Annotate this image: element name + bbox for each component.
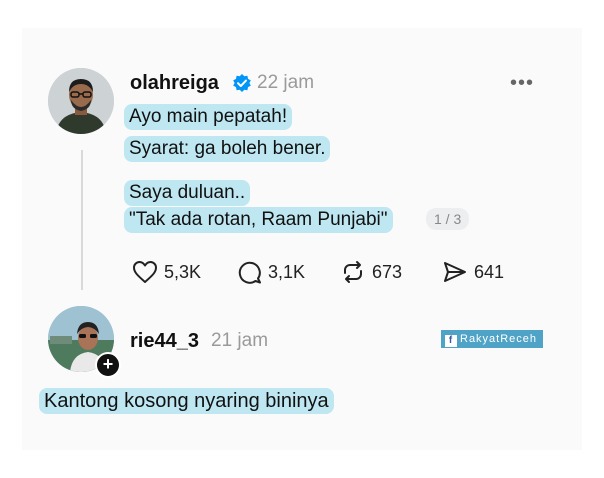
- facebook-icon: f: [445, 335, 457, 347]
- send-icon: [444, 262, 466, 282]
- reply-time: 21 jam: [211, 330, 269, 351]
- post-line-4: "Tak ada rotan, Raam Punjabi": [124, 207, 393, 233]
- watermark: f RakyatReceh: [441, 330, 544, 348]
- post-avatar[interactable]: [48, 68, 114, 134]
- pager-indicator: 1 / 3: [426, 208, 470, 230]
- repost-button[interactable]: 673: [340, 258, 402, 286]
- comment-button[interactable]: 3,1K: [236, 258, 305, 286]
- comment-icon: [238, 261, 261, 284]
- thread-line: [81, 150, 83, 290]
- post-username[interactable]: olahreiga: [130, 72, 219, 95]
- reply-text: Kantong kosong nyaring bininya: [39, 388, 334, 414]
- repost-icon: [344, 261, 362, 283]
- verified-badge-icon: [233, 74, 251, 92]
- follow-plus-icon[interactable]: +: [95, 352, 121, 378]
- post-time: 22 jam: [257, 72, 315, 93]
- heart-icon: [133, 261, 157, 283]
- post-line-2: Syarat: ga boleh bener.: [124, 136, 331, 162]
- repost-count: 673: [372, 261, 403, 282]
- watermark-text: RakyatReceh: [460, 333, 538, 345]
- share-count: 641: [474, 261, 505, 282]
- comment-count: 3,1K: [268, 261, 306, 282]
- avatar-image: [48, 68, 114, 134]
- like-count: 5,3K: [164, 261, 202, 282]
- share-button[interactable]: 641: [442, 258, 504, 286]
- post-line-1: Ayo main pepatah!: [124, 104, 293, 130]
- reply-username[interactable]: rie44_3: [130, 330, 199, 353]
- more-options-icon[interactable]: •••: [510, 72, 534, 95]
- like-button[interactable]: 5,3K: [132, 258, 201, 286]
- post-line-3: Saya duluan..: [124, 180, 251, 206]
